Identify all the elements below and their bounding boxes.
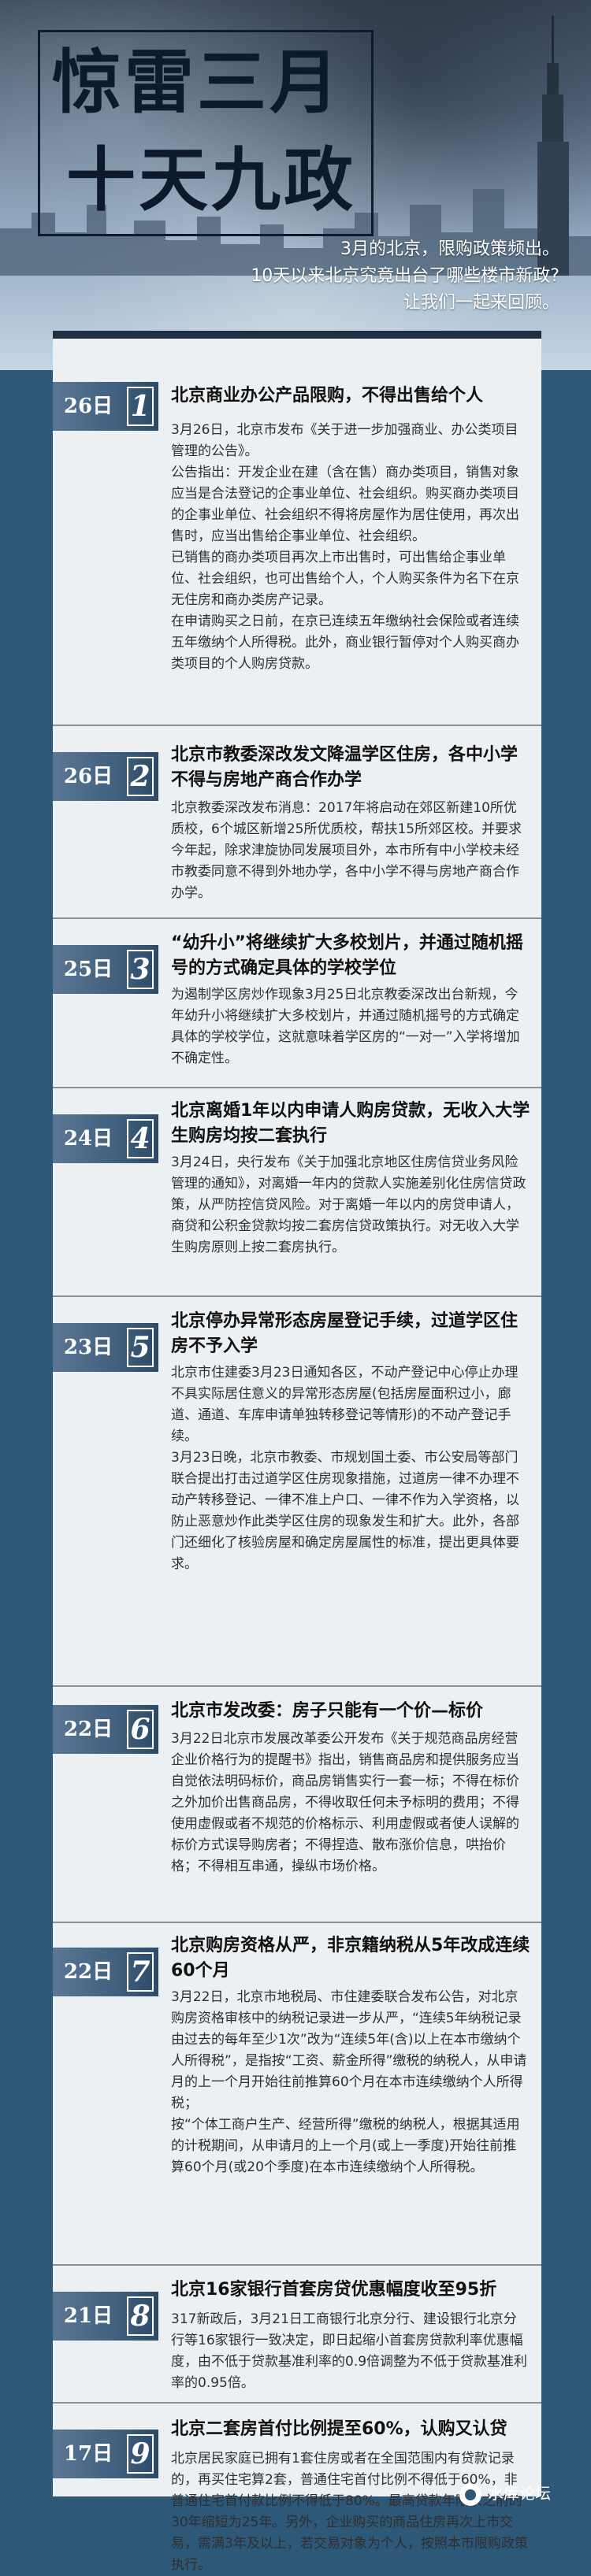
date-label: 22日 — [63, 1960, 113, 1984]
paragraph: 已销售的商办类项目再次上市出售时，可出售给企事业单位、社会组织，也可出售给个人，… — [171, 550, 519, 608]
date-label: 26日 — [63, 395, 113, 418]
paragraph: 在申请购买之日前，在京已连续五年缴纳社会保险或者连续五年缴纳个人所得税。此外，商… — [171, 613, 519, 672]
paragraph: 北京教委深改发布消息：2017年将启动在郊区新建10所优质校，6个城区新增25所… — [171, 800, 522, 901]
paragraph: 3月23日晚，北京市教委、市规划国土委、市公安局等部门联合提出打击过道学区住房现… — [171, 1450, 519, 1572]
watermark: 水库论坛 — [459, 2478, 551, 2509]
paragraph: 公告指出：开发企业在建（含在售）商办类项目，销售对象应当是合法登记的企事业单位、… — [171, 465, 519, 544]
policy-headline: 北京离婚1年以内申请人购房贷款，无收入大学生购房均按二套执行 — [171, 1101, 530, 1146]
date-label: 23日 — [63, 1336, 113, 1359]
date-badge: 22日 7 — [53, 1948, 158, 1996]
paragraph: 为遏制学区房炒作现象3月25日北京教委深改出台新规，今年幼升小将继续扩大多校划片… — [171, 987, 520, 1066]
date-badge: 23日 5 — [53, 1323, 158, 1372]
date-badge: 24日 4 — [53, 1114, 158, 1163]
item-number: 3 — [127, 950, 154, 989]
policy-body: 3月24日，央行发布《关于加强北京地区住房信贷业务风险管理的通知》，对离婚一年内… — [171, 1152, 530, 1258]
date-label: 17日 — [63, 2442, 113, 2466]
policy-headline: 北京市发改委：房子只能有一个价—标价 — [171, 1701, 484, 1721]
date-badge: 21日 8 — [53, 2292, 158, 2341]
paragraph: 北京市住建委3月23日通知各区，不动产登记中心停止办理不具实际居住意义的异常形态… — [171, 1365, 519, 1444]
paper-top-bar — [53, 331, 541, 339]
policy-body: 3月22日北京市发展改革委公开发布《关于规范商品房经营企业价格行为的提醒书》指出… — [171, 1729, 530, 1877]
policy-headline: 北京停办异常形态房屋登记手续，过道学区住房不予入学 — [171, 1311, 519, 1356]
date-label: 22日 — [63, 1718, 113, 1741]
paragraph: 北京居民家庭已拥有1套住房或者在全国范围内有贷款记录的，再买住宅算2套，普通住宅… — [171, 2451, 528, 2573]
date-badge: 25日 3 — [53, 945, 158, 994]
policy-headline: 北京二套房首付比例提至60%，认购又认贷 — [171, 2419, 507, 2439]
policy-body: 北京教委深改发布消息：2017年将启动在郊区新建10所优质校，6个城区新增25所… — [171, 798, 530, 904]
policy-body: 为遏制学区房炒作现象3月25日北京教委深改出台新规，今年幼升小将继续扩大多校划片… — [171, 984, 530, 1069]
policy-body: 北京居民家庭已拥有1套住房或者在全国范围内有贷款记录的，再买住宅算2套，普通住宅… — [171, 2448, 530, 2576]
date-badge: 26日 2 — [53, 752, 158, 801]
date-label: 26日 — [63, 765, 113, 788]
item-number: 8 — [127, 2296, 154, 2336]
item-number: 7 — [127, 1952, 154, 1992]
date-label: 21日 — [63, 2304, 113, 2328]
title-line-2: 十天九政 — [66, 139, 357, 221]
policy-headline: 北京商业办公产品限购，不得出售给个人 — [171, 386, 484, 406]
divider — [53, 2264, 541, 2266]
hero-banner: 惊雷三月 十天九政 3月的北京，限购政策频出。 10天以来北京究竟出台了哪些楼市… — [0, 0, 591, 370]
watermark-text: 水库论坛 — [488, 2484, 551, 2503]
policy-body: 317新政后，3月21日工商银行北京分行、建设银行北京分行等16家银行一致决定，… — [171, 2309, 530, 2394]
paragraph: 按“个体工商户生产、经营所得”缴税的纳税人，根据其适用的计税期间，从申请月的上一… — [171, 2117, 520, 2175]
paragraph: 3月26日，北京市发布《关于进一步加强商业、办公类项目管理的公告》。 — [171, 422, 519, 459]
paragraph: 3月22日，北京市地税局、市住建委联合发布公告，对北京购房资格审核中的纳税记录进… — [171, 1989, 527, 2111]
policy-headline: 北京市教委深改发文降温学区住房，各中小学不得与房地产商合作办学 — [171, 745, 519, 790]
intro-line: 让我们一起来回顾。 — [403, 293, 559, 313]
paragraph: 317新政后，3月21日工商银行北京分行、建设银行北京分行等16家银行一致决定，… — [171, 2311, 528, 2391]
item-number: 2 — [127, 757, 154, 796]
paragraph: 3月22日北京市发展改革委公开发布《关于规范商品房经营企业价格行为的提醒书》指出… — [171, 1731, 519, 1874]
paragraph: 3月24日，央行发布《关于加强北京地区住房信贷业务风险管理的通知》，对离婚一年内… — [171, 1155, 526, 1255]
divider — [53, 1922, 541, 1923]
intro-text: 3月的北京，限购政策频出。 10天以来北京究竟出台了哪些楼市新政? 让我们一起来… — [189, 236, 559, 317]
policy-body: 3月22日，北京市地税局、市住建委联合发布公告，对北京购房资格审核中的纳税记录进… — [171, 1987, 530, 2178]
item-number: 6 — [127, 1710, 154, 1749]
date-badge: 26日 1 — [53, 382, 158, 431]
item-number: 9 — [127, 2434, 154, 2474]
policy-headline: 北京购房资格从严，非京籍纳税从5年改成连续60个月 — [171, 1936, 530, 1981]
item-number: 1 — [127, 387, 154, 426]
wechat-logo-icon — [459, 2483, 481, 2506]
policy-body: 3月26日，北京市发布《关于进一步加强商业、办公类项目管理的公告》。 公告指出：… — [171, 420, 530, 675]
item-number: 5 — [127, 1328, 154, 1367]
date-badge: 17日 9 — [53, 2430, 158, 2478]
divider — [53, 725, 541, 726]
item-number: 4 — [127, 1119, 154, 1158]
divider — [53, 1685, 541, 1687]
policy-body: 北京市住建委3月23日通知各区，不动产登记中心停止办理不具实际居住意义的异常形态… — [171, 1362, 530, 1575]
divider — [53, 917, 541, 919]
title-box: 惊雷三月 十天九政 — [38, 30, 374, 236]
policy-headline: “幼升小”将继续扩大多校划片，并通过随机摇号的方式确定具体的学校学位 — [171, 933, 523, 978]
intro-line: 3月的北京，限购政策频出。 — [340, 239, 559, 259]
date-label: 25日 — [63, 958, 113, 981]
divider — [53, 2402, 541, 2404]
intro-line: 10天以来北京究竟出台了哪些楼市新政? — [251, 266, 559, 286]
divider — [53, 1087, 541, 1088]
policy-list: 26日 1 北京商业办公产品限购，不得出售给个人 3月26日，北京市发布《关于进… — [53, 331, 541, 2573]
date-badge: 22日 6 — [53, 1705, 158, 1754]
policy-headline: 北京16家银行首套房贷优惠幅度收至95折 — [171, 2280, 497, 2300]
title-line-1: 惊雷三月 — [52, 41, 343, 123]
divider — [53, 1295, 541, 1297]
date-label: 24日 — [63, 1127, 113, 1151]
